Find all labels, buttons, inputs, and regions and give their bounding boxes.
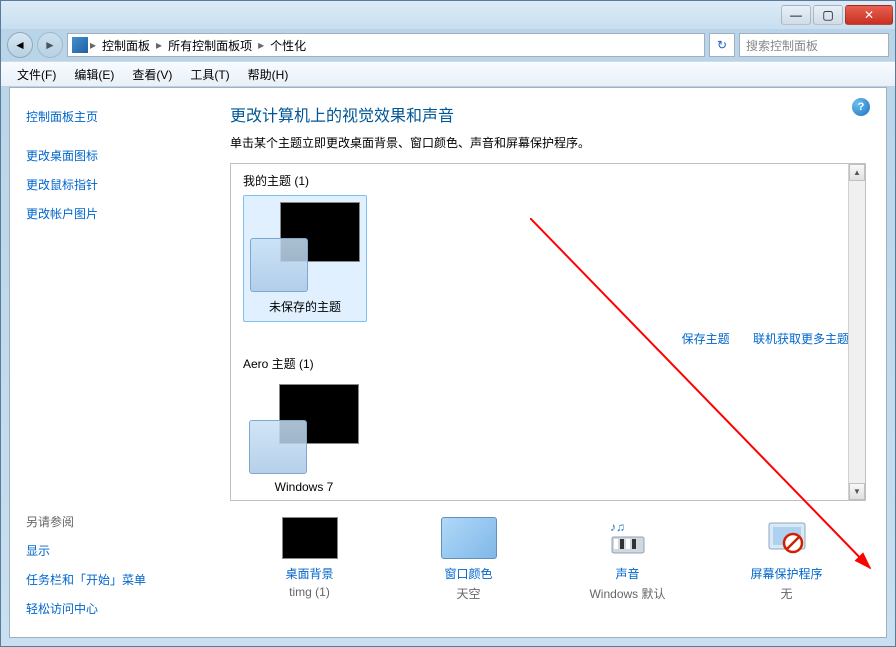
save-theme-link[interactable]: 保存主题 — [682, 332, 730, 346]
sidebar-desktop-icons[interactable]: 更改桌面图标 — [26, 141, 194, 170]
theme-windows7[interactable]: Windows 7 — [243, 378, 365, 500]
get-themes-online-link[interactable]: 联机获取更多主题 — [753, 332, 849, 346]
sidebar-display[interactable]: 显示 — [26, 536, 194, 565]
maximize-button[interactable]: ▢ — [813, 5, 843, 25]
titlebar: — ▢ ✕ — [1, 1, 895, 29]
menu-edit[interactable]: 编辑(E) — [66, 64, 122, 85]
window-color-button[interactable]: 窗口颜色 天空 — [404, 517, 534, 602]
refresh-button[interactable]: ↻ — [709, 33, 735, 57]
minimize-button[interactable]: — — [781, 5, 811, 25]
scroll-up-icon[interactable]: ▲ — [849, 164, 865, 181]
screensaver-icon — [759, 517, 815, 559]
main-pane: ? 更改计算机上的视觉效果和声音 单击某个主题立即更改桌面背景、窗口颜色、声音和… — [210, 88, 886, 637]
chevron-right-icon: ▸ — [90, 38, 96, 52]
page-title: 更改计算机上的视觉效果和声音 — [230, 102, 866, 126]
menu-view[interactable]: 查看(V) — [124, 64, 180, 85]
chevron-right-icon: ▸ — [156, 38, 162, 52]
back-button[interactable]: ◄ — [7, 32, 33, 58]
menu-bar: 文件(F) 编辑(E) 查看(V) 工具(T) 帮助(H) — [1, 61, 895, 87]
scroll-down-icon[interactable]: ▼ — [849, 483, 865, 500]
my-themes-header: 我的主题 (1) — [243, 172, 853, 189]
control-panel-icon — [72, 37, 88, 53]
wallpaper-icon — [282, 517, 338, 559]
theme-unsaved[interactable]: 未保存的主题 — [243, 195, 367, 322]
close-button[interactable]: ✕ — [845, 5, 893, 25]
desktop-background-button[interactable]: 桌面背景 timg (1) — [245, 517, 375, 602]
menu-help[interactable]: 帮助(H) — [240, 64, 297, 85]
theme-list: ▲ ▼ 我的主题 (1) 未保存的主题 保存主题 联机获取更多主题 Aero — [230, 163, 866, 501]
address-bar: ◄ ► ▸ 控制面板 ▸ 所有控制面板项 ▸ 个性化 ↻ 搜索控制面板 — [1, 29, 895, 61]
window-preview-icon — [249, 420, 307, 474]
scrollbar[interactable]: ▲ ▼ — [848, 164, 865, 500]
bottom-row: 桌面背景 timg (1) 窗口颜色 天空 ♪♫ — [230, 517, 866, 602]
chevron-right-icon: ▸ — [258, 38, 264, 52]
screensaver-button[interactable]: 屏幕保护程序 无 — [722, 517, 852, 602]
svg-text:♪♫: ♪♫ — [610, 520, 625, 534]
aero-themes-header: Aero 主题 (1) — [243, 355, 853, 372]
page-subtitle: 单击某个主题立即更改桌面背景、窗口颜色、声音和屏幕保护程序。 — [230, 134, 866, 151]
sidebar-taskbar[interactable]: 任务栏和「开始」菜单 — [26, 565, 194, 594]
sidebar: 控制面板主页 更改桌面图标 更改鼠标指针 更改帐户图片 另请参阅 显示 任务栏和… — [10, 88, 210, 637]
breadcrumb-personalization[interactable]: 个性化 — [266, 37, 310, 54]
forward-button[interactable]: ► — [37, 32, 63, 58]
search-input[interactable]: 搜索控制面板 — [739, 33, 889, 57]
breadcrumb[interactable]: ▸ 控制面板 ▸ 所有控制面板项 ▸ 个性化 — [67, 33, 705, 57]
breadcrumb-control-panel[interactable]: 控制面板 — [98, 37, 154, 54]
help-icon[interactable]: ? — [852, 98, 870, 116]
sidebar-mouse-pointers[interactable]: 更改鼠标指针 — [26, 170, 194, 199]
window-preview-icon — [250, 238, 308, 292]
sidebar-ease-of-access[interactable]: 轻松访问中心 — [26, 594, 194, 623]
sidebar-also-title: 另请参阅 — [26, 513, 194, 536]
sound-icon: ♪♫ — [600, 517, 656, 559]
menu-file[interactable]: 文件(F) — [9, 64, 64, 85]
sidebar-home[interactable]: 控制面板主页 — [26, 102, 194, 131]
sidebar-account-picture[interactable]: 更改帐户图片 — [26, 199, 194, 228]
breadcrumb-all-items[interactable]: 所有控制面板项 — [164, 37, 256, 54]
theme-label: 未保存的主题 — [250, 298, 360, 315]
theme-label: Windows 7 — [249, 480, 359, 494]
sound-button[interactable]: ♪♫ 声音 Windows 默认 — [563, 517, 693, 602]
menu-tools[interactable]: 工具(T) — [182, 64, 237, 85]
window-color-icon — [441, 517, 497, 559]
